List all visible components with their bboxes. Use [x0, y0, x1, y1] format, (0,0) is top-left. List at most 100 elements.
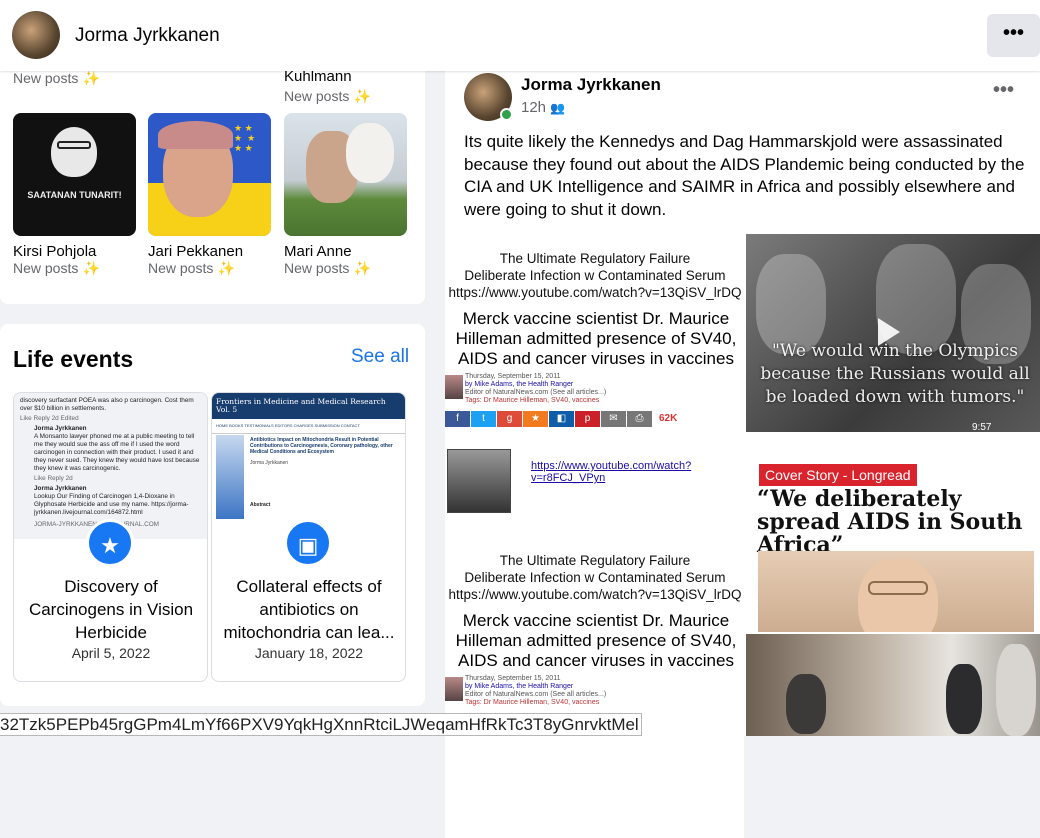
life-event-star-icon: ★	[86, 519, 134, 567]
clip-meta: Editor of NaturalNews.com (See all artic…	[465, 389, 607, 396]
post-card: Jorma Jyrkkanen 12h 👥 ••• Its quite like…	[445, 71, 1040, 838]
friend-top-right[interactable]: Kuhlmann New posts ✨	[284, 68, 371, 106]
clip-line: The Ultimate Regulatory Failure	[499, 251, 691, 266]
friend-photo[interactable]: ★ ★ ★ ★ ★ ★	[148, 113, 271, 236]
clip-line: https://www.youtube.com/watch?v=13QiSV_l…	[448, 587, 742, 602]
life-events-card: Life events See all discovery surfactant…	[0, 324, 425, 706]
life-event-bag-icon: ▣	[284, 519, 332, 567]
author-thumb	[445, 375, 463, 399]
event-title[interactable]: Discovery of Carcinogens in Vision Herbi…	[22, 575, 200, 644]
more-options-button[interactable]: •••	[987, 14, 1040, 57]
google-plus-icon: g	[497, 411, 522, 427]
sparkle-icon: ✨	[217, 260, 236, 276]
event-date: January 18, 2022	[254, 645, 364, 661]
friend-status: New posts	[284, 260, 350, 276]
thumb-text: HOME BOOKS TESTIMONIALS EDITORS CHARGES …	[212, 419, 405, 434]
share-buttons: f t g ★ ◧ p ✉ ⎙ 62K	[445, 411, 744, 427]
profile-name[interactable]: Jorma Jyrkkanen	[75, 25, 220, 47]
post-image[interactable]: The Ultimate Regulatory Failure Delibera…	[445, 536, 744, 838]
clip-line: Deliberate Infection w Contaminated Seru…	[464, 570, 726, 585]
thumb-text: discovery surfactant POEA was also p car…	[20, 397, 194, 412]
thumb-text: A Monsanto lawyer phoned me at a public …	[34, 433, 200, 472]
profile-header: Jorma Jyrkkanen •••	[0, 0, 1040, 71]
video-duration: 9:57	[972, 422, 992, 432]
event-date: April 5, 2022	[71, 645, 151, 661]
thumb-text: Like Reply 2d	[34, 475, 73, 482]
share-icon: ◧	[549, 411, 574, 427]
profile-avatar[interactable]	[12, 11, 60, 59]
clip-headline: Merck vaccine scientist Dr. Maurice Hill…	[455, 611, 737, 670]
thumb-text: Jorma Jyrkkanen	[34, 485, 87, 492]
life-event-card[interactable]: Frontiers in Medicine and Medical Resear…	[211, 392, 406, 682]
post-image-grid[interactable]: The Ultimate Regulatory Failure Delibera…	[445, 234, 1040, 838]
friend-status: New posts	[13, 70, 79, 86]
online-status-indicator	[500, 108, 513, 121]
thumb-text: Jorma Jyrkkanen	[250, 460, 289, 466]
thumb-text: Antibiotics Impact on Mitochondria Resul…	[250, 437, 393, 455]
friends-audience-icon: 👥	[550, 101, 566, 115]
sparkle-icon: ✨	[82, 260, 101, 276]
clip-meta: Thursday, September 15, 2011	[465, 675, 561, 682]
clip-meta: Thursday, September 15, 2011	[465, 373, 561, 380]
post-image-room[interactable]	[746, 634, 1040, 736]
event-title[interactable]: Collateral effects of antibiotics on mit…	[220, 575, 398, 644]
pinterest-icon: p	[575, 411, 600, 427]
life-events-title: Life events	[13, 346, 134, 372]
tile-text: SAATANAN TUNARIT!	[27, 190, 122, 200]
book-cover-image	[216, 435, 244, 519]
clip-meta: Tags: Dr Maurice Hilleman, SV40, vaccine…	[465, 397, 600, 404]
friends-card: New posts ✨ Kuhlmann New posts ✨ SAATANA…	[0, 60, 425, 304]
clip-meta: Tags: Dr Maurice Hilleman, SV40, vaccine…	[465, 699, 600, 706]
thumb-text: Frontiers in Medicine and Medical Resear…	[212, 393, 405, 419]
clip-line: Deliberate Infection w Contaminated Seru…	[464, 268, 726, 283]
friend-top-left[interactable]: New posts ✨	[13, 70, 100, 88]
clip-headline: Merck vaccine scientist Dr. Maurice Hill…	[455, 309, 737, 368]
cover-story-title: “We deliberately spread AIDS in South Af…	[757, 486, 1023, 558]
event-thumbnail[interactable]: discovery surfactant POEA was also p car…	[14, 393, 207, 539]
post-text: Its quite likely the Kennedys and Dag Ha…	[464, 132, 1025, 219]
clip-meta: Editor of NaturalNews.com (See all artic…	[465, 691, 607, 698]
friend-status: New posts	[148, 260, 214, 276]
author-thumb	[445, 677, 463, 701]
sparkle-icon: ✨	[353, 88, 372, 104]
friend-photo[interactable]	[284, 113, 407, 236]
clip-meta: by Mike Adams, the Health Ranger	[465, 381, 574, 388]
life-event-card[interactable]: discovery surfactant POEA was also p car…	[13, 392, 208, 682]
youtube-link[interactable]: https://www.youtube.com/watch?v=r8FCJ_VP…	[531, 460, 744, 484]
clip-meta: by Mike Adams, the Health Ranger	[465, 683, 574, 690]
video-thumbnail[interactable]: "We would win the Olympics because the R…	[746, 234, 1040, 432]
sparkle-icon: ✨	[353, 260, 372, 276]
post-time-text[interactable]: 12h	[521, 99, 546, 116]
views-count: 62K	[659, 413, 678, 424]
post-image[interactable]: The Ultimate Regulatory Failure Delibera…	[445, 234, 744, 536]
scientist-photo	[447, 449, 511, 513]
post-author-name[interactable]: Jorma Jyrkkanen	[521, 75, 661, 95]
thumb-text: Jorma Jyrkkanen	[34, 425, 87, 432]
twitter-icon: t	[471, 411, 496, 427]
thumb-text: Lookup Our Finding of Carcinogen 1,4-Dio…	[34, 493, 189, 516]
thumb-text: Like Reply 2d Edited	[20, 415, 79, 422]
friend-name[interactable]: Jari Pekkanen	[148, 243, 271, 260]
clip-line: The Ultimate Regulatory Failure	[499, 553, 691, 568]
friend-name[interactable]: Kirsi Pohjola	[13, 243, 136, 260]
post-more-options-icon[interactable]: •••	[993, 79, 1014, 102]
event-thumbnail[interactable]: Frontiers in Medicine and Medical Resear…	[212, 393, 405, 539]
friend-item-jari[interactable]: ★ ★ ★ ★ ★ ★ Jari Pekkanen New posts ✨	[148, 113, 271, 278]
friend-name[interactable]: Mari Anne	[284, 243, 407, 260]
print-icon: ⎙	[627, 411, 652, 427]
cover-story-image[interactable]: Cover Story - Longread “We deliberately …	[746, 434, 1040, 632]
post-timestamp[interactable]: 12h 👥	[521, 99, 565, 116]
star-icon: ★	[523, 411, 548, 427]
star-icon: ★ ★ ★ ★ ★ ★	[234, 123, 256, 153]
friend-status: New posts	[13, 260, 79, 276]
cover-photo	[758, 551, 1034, 632]
friend-item-mari[interactable]: Mari Anne New posts ✨	[284, 113, 407, 278]
friend-item-kirsi[interactable]: SAATANAN TUNARIT! Kirsi Pohjola New post…	[13, 113, 136, 278]
sparkle-icon: ✨	[82, 70, 101, 86]
see-all-link[interactable]: See all	[351, 346, 409, 368]
facebook-icon: f	[445, 411, 470, 427]
friend-photo[interactable]: SAATANAN TUNARIT!	[13, 113, 136, 236]
email-icon: ✉	[601, 411, 626, 427]
thumb-text: Abstract	[250, 502, 271, 508]
video-quote: "We would win the Olympics because the R…	[760, 341, 1030, 407]
